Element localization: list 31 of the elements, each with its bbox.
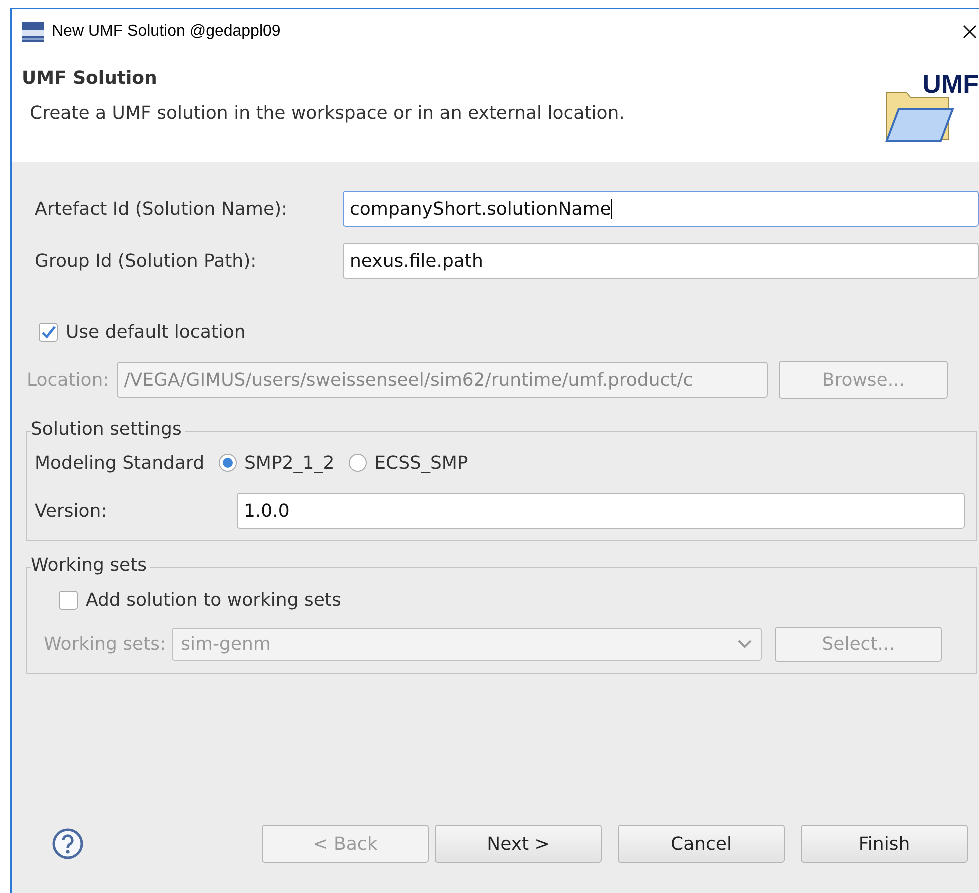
field-label: Location: — [26, 370, 110, 390]
dialog-button[interactable]: Finish — [801, 825, 968, 863]
field-label: Modeling Standard — [35, 452, 204, 474]
text-field[interactable]: companyShort.solutionName — [343, 191, 979, 227]
logo-text: UMF — [922, 69, 979, 100]
group-title: Solution settings — [31, 419, 185, 440]
field-label: Artefact Id (Solution Name): — [34, 198, 289, 220]
checkbox[interactable] — [39, 323, 58, 342]
radio-label: ECSS_SMP — [374, 452, 468, 474]
radio-label: SMP2_1_2 — [244, 452, 335, 474]
field-label: Group Id (Solution Path): — [34, 250, 258, 272]
app-icon — [22, 22, 44, 42]
group-title: Working sets — [31, 555, 150, 576]
dialog-button[interactable]: Next > — [435, 825, 602, 863]
radio-button[interactable] — [218, 454, 236, 472]
field-label: Working sets: — [43, 634, 166, 654]
help-icon[interactable] — [52, 828, 84, 860]
checkbox-label: Use default location — [66, 322, 246, 343]
field-label: Version: — [35, 500, 108, 522]
page-title: UMF Solution — [22, 68, 158, 89]
text-field[interactable]: 1.0.0 — [237, 493, 965, 529]
page-description: Create a UMF solution in the workspace or in an external location. — [30, 103, 626, 124]
window-title: New UMF Solution @gedappl09 — [52, 23, 282, 41]
close-icon[interactable] — [963, 25, 977, 39]
chevron-down-icon — [737, 639, 754, 649]
radio-button[interactable] — [348, 454, 367, 472]
text-field[interactable]: nexus.file.path — [343, 243, 979, 279]
dropdown-value: sim-genm — [181, 634, 271, 654]
text-cursor — [611, 199, 612, 219]
checkbox-label: Add solution to working sets — [86, 590, 342, 611]
dialog-button[interactable]: Cancel — [618, 825, 785, 863]
